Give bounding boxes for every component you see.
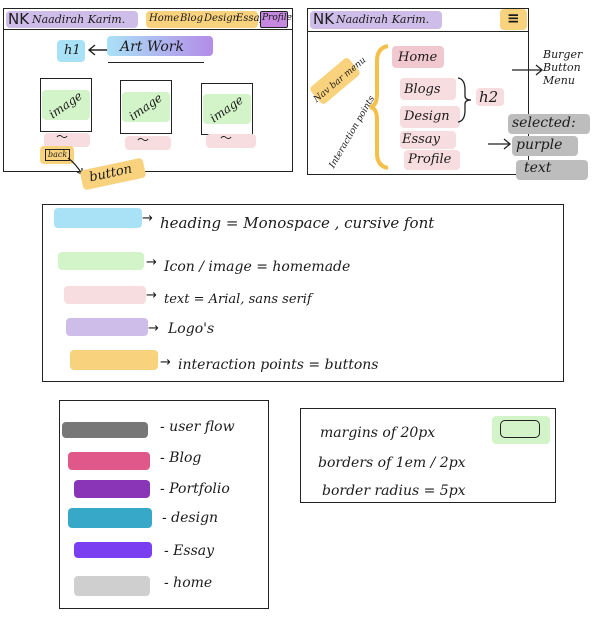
- legend-label-logo: Logo's: [168, 321, 215, 337]
- text-label: text: [524, 160, 552, 176]
- nav-design[interactable]: Design: [204, 14, 239, 24]
- squiggle-3: ～: [220, 131, 233, 145]
- desktop-brand: Naadirah Karim.: [32, 13, 126, 26]
- legend-arrow-4: →: [148, 321, 159, 336]
- legend-swatch-image: [58, 252, 144, 270]
- legend-label-image: Icon / image = homemade: [164, 259, 351, 275]
- color-label-essay: - Essay: [164, 543, 215, 559]
- heading-h1: h1: [64, 43, 81, 58]
- arrow-purple-icon: [488, 138, 512, 150]
- nav-home[interactable]: Home: [149, 14, 179, 24]
- nav-profile[interactable]: Profile: [262, 14, 292, 23]
- color-label-design: - design: [162, 510, 219, 526]
- mobile-logo: NK: [313, 10, 335, 28]
- spec-swatch: [500, 420, 540, 438]
- desktop-logo: NK: [8, 10, 30, 28]
- legend-arrow-3: →: [146, 288, 157, 303]
- selected-label: selected:: [512, 115, 576, 131]
- color-swatch-user-flow: [62, 422, 148, 438]
- color-swatch-home: [74, 576, 150, 596]
- legend-swatch-interaction: [70, 350, 158, 370]
- color-label-portfolio: - Portfolio: [160, 481, 230, 497]
- legend-arrow-2: →: [146, 255, 157, 270]
- brace-right-icon: [457, 77, 472, 123]
- menu-blogs[interactable]: Blogs: [404, 83, 441, 96]
- spec-margins: margins of 20px: [320, 425, 436, 441]
- color-label-user-flow: - user flow: [160, 419, 235, 435]
- menu-design[interactable]: Design: [404, 110, 450, 123]
- nav-blog[interactable]: Blog: [180, 14, 203, 24]
- spec-borders: borders of 1em / 2px: [318, 455, 466, 471]
- spec-radius: border radius = 5px: [322, 483, 466, 499]
- back-label: back: [48, 150, 68, 159]
- legend-label-interaction: interaction points = buttons: [178, 357, 379, 373]
- arrow-burger-icon: [512, 64, 544, 76]
- art-work-title: Art Work: [120, 39, 184, 55]
- color-label-home: - home: [164, 575, 213, 591]
- color-swatch-portfolio: [74, 480, 150, 498]
- legend-swatch-logo: [66, 318, 148, 336]
- purple-label: purple: [516, 137, 563, 153]
- menu-home[interactable]: Home: [398, 51, 437, 64]
- legend-arrow-5: →: [160, 355, 171, 370]
- art-work-underline: [108, 62, 204, 63]
- burger-note: Burger Button Menu: [543, 48, 583, 88]
- menu-essay[interactable]: Essay: [402, 133, 440, 146]
- brace-icon: [369, 44, 389, 170]
- legend-swatch-text: [64, 286, 146, 304]
- legend-label-text: text = Arial, sans serif: [164, 292, 312, 307]
- legend-arrow-1: →: [142, 211, 153, 226]
- color-swatch-design: [68, 508, 152, 528]
- menu-profile[interactable]: Profile: [408, 153, 451, 166]
- squiggle-2: ～: [137, 133, 150, 147]
- mobile-brand: Naadirah Karim.: [336, 13, 430, 26]
- h2-label: h2: [479, 88, 499, 106]
- legend-swatch-heading: [54, 208, 142, 228]
- legend-label-heading: heading = Monospace , cursive font: [160, 214, 435, 232]
- burger-icon[interactable]: ≡: [507, 11, 520, 26]
- color-label-blog: - Blog: [160, 450, 202, 466]
- color-swatch-essay: [74, 542, 152, 558]
- color-swatch-blog: [68, 452, 150, 470]
- squiggle-1: ～: [56, 130, 69, 144]
